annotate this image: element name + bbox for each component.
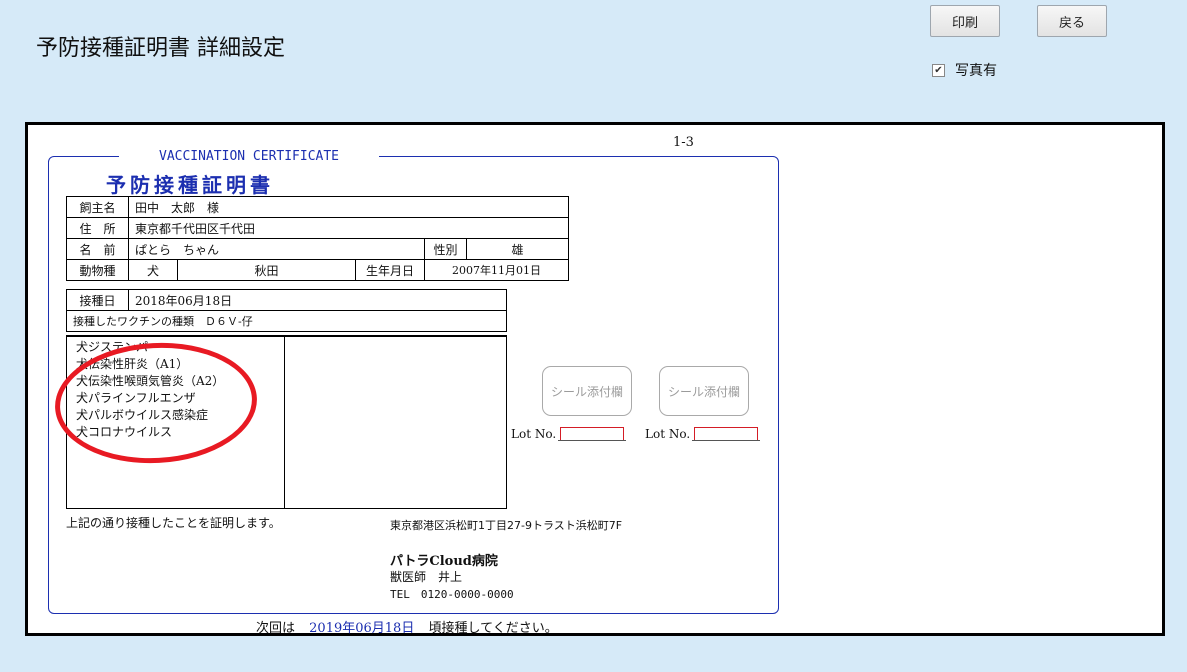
certificate-title-en: VACCINATION CERTIFICATE	[119, 149, 380, 164]
lot-number-2: Lot No.	[645, 425, 761, 441]
name-value: ぱとら ちゃん	[128, 238, 425, 260]
species-label: 動物種	[66, 259, 129, 281]
birth-label: 生年月日	[355, 259, 425, 281]
certificate-preview: 1-3 VACCINATION CERTIFICATE 予防接種証明書 飼主名 …	[25, 122, 1165, 636]
vaccination-date-value: 2018年06月18日	[128, 289, 507, 311]
next-vaccination: 次回は 2019年06月18日 頃接種してください。	[256, 617, 558, 636]
photo-label: 写真有	[955, 63, 997, 79]
lot-underline	[692, 425, 761, 441]
sex-label: 性別	[424, 238, 467, 260]
seal-box-2[interactable]: シール添付欄	[659, 366, 749, 416]
clinic-address: 東京都港区浜松町1丁目27-9トラスト浜松町7F	[390, 519, 623, 532]
vaccination-date-label: 接種日	[66, 289, 129, 311]
next-suffix: 頃接種してください。	[428, 621, 558, 636]
back-button[interactable]: 戻る	[1037, 5, 1107, 37]
photo-checkbox[interactable]: ✔	[932, 63, 945, 77]
clinic-tel: TEL 0120-0000-0000	[390, 588, 514, 601]
doctor-name: 獣医師 井上	[390, 570, 463, 584]
lot-label: Lot No.	[645, 427, 691, 441]
print-button[interactable]: 印刷	[930, 5, 1000, 37]
lot-number-1: Lot No.	[511, 425, 627, 441]
hospital-name: パトラCloud病院	[390, 554, 498, 569]
lot-underline	[558, 425, 627, 441]
address-value: 東京都千代田区千代田	[127, 217, 570, 239]
page-number: 1-3	[673, 135, 694, 150]
vaccine-type: 接種したワクチンの種類 Ｄ６Ｖ-仔	[66, 310, 507, 332]
name-label: 名 前	[66, 238, 129, 260]
owner-label: 飼主名	[66, 196, 129, 218]
species-value: 犬	[128, 259, 178, 281]
breed-value: 秋田	[177, 259, 356, 281]
next-date: 2019年06月18日	[309, 621, 415, 636]
sex-value: 雄	[465, 238, 570, 260]
certify-text: 上記の通り接種したことを証明します。	[66, 516, 281, 530]
page-title: 予防接種証明書 詳細設定	[36, 36, 285, 61]
photo-toggle[interactable]: ✔ 写真有	[932, 60, 997, 80]
vaccine-list-box: 犬ジステンパー 犬伝染性肝炎（A1） 犬伝染性喉頭気管炎（A2） 犬パラインフル…	[51, 335, 507, 509]
lot-label: Lot No.	[511, 427, 557, 441]
vaccine-box-divider	[284, 337, 285, 508]
certificate-frame: VACCINATION CERTIFICATE 予防接種証明書 飼主名 田中 太…	[48, 149, 779, 614]
vaccination-table: 接種日 2018年06月18日 接種したワクチンの種類 Ｄ６Ｖ-仔	[66, 289, 507, 332]
owner-pet-table: 飼主名 田中 太郎 様 住 所 東京都千代田区千代田 名 前 ぱとら ちゃん 性…	[66, 196, 570, 281]
certificate-title-jp: 予防接種証明書	[106, 173, 274, 197]
owner-value: 田中 太郎 様	[127, 196, 570, 218]
birth-value: 2007年11月01日	[423, 259, 570, 281]
address-label: 住 所	[66, 217, 129, 239]
seal-box-1[interactable]: シール添付欄	[542, 366, 632, 416]
next-prefix: 次回は	[256, 621, 296, 636]
